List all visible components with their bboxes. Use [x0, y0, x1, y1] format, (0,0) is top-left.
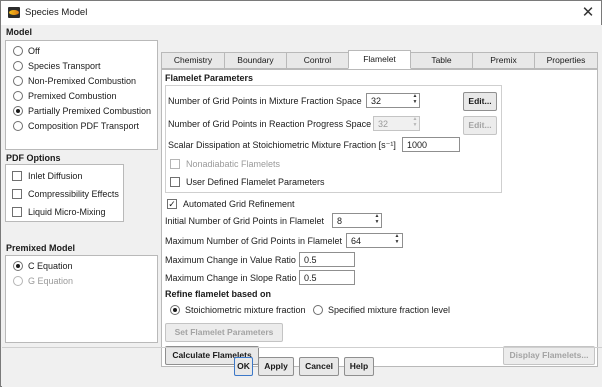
radio-button[interactable] — [13, 60, 23, 71]
option-label: Off — [28, 45, 40, 56]
grid-progress-label: Number of Grid Points in Reaction Progre… — [168, 119, 372, 129]
grid-mixture-spinner-icon[interactable]: ▲ ▼ — [411, 93, 419, 107]
user-defined-flamelet-checkbox[interactable]: User Defined Flamelet Parameters — [170, 175, 325, 188]
radio-button — [13, 275, 23, 286]
max-slope-ratio-label: Maximum Change in Slope Ratio — [165, 273, 297, 283]
option-label: Partially Premixed Combustion — [28, 105, 152, 116]
tab-boundary[interactable]: Boundary — [224, 52, 287, 69]
model-group: Off Species Transport Non-Premixed Combu… — [5, 40, 158, 150]
model-section-label: Model — [6, 27, 32, 37]
footer-divider — [2, 347, 602, 348]
option-label: Composition PDF Transport — [28, 120, 140, 131]
species-model-dialog: Species Model ✕ Model Off Species Transp… — [0, 0, 602, 387]
model-option-species-transport[interactable]: Species Transport — [13, 59, 101, 72]
max-value-ratio-input[interactable] — [299, 252, 355, 267]
automated-grid-refinement-checkbox[interactable]: ✓ Automated Grid Refinement — [167, 197, 295, 210]
tab-flamelet[interactable]: Flamelet — [348, 50, 411, 69]
radio-button[interactable] — [13, 105, 23, 116]
radio-button[interactable] — [13, 75, 23, 86]
checkbox[interactable] — [12, 206, 22, 217]
checkbox-label: User Defined Flamelet Parameters — [186, 176, 325, 187]
checkbox[interactable] — [170, 176, 180, 187]
checkmark-icon[interactable]: ✓ — [167, 198, 177, 209]
checkbox[interactable] — [12, 170, 22, 181]
option-label: Species Transport — [28, 60, 101, 71]
max-grid-points-spinner-icon[interactable]: ▲ ▼ — [393, 233, 401, 247]
option-label: G Equation — [28, 275, 74, 286]
g-equation-option: G Equation — [13, 274, 73, 287]
initial-grid-points-spinner-icon[interactable]: ▲ ▼ — [373, 213, 381, 227]
compressibility-effects-checkbox[interactable]: Compressibility Effects — [12, 187, 119, 200]
model-option-off[interactable]: Off — [13, 44, 40, 57]
checkbox-label: Liquid Micro-Mixing — [28, 206, 106, 217]
option-label: C Equation — [28, 260, 73, 271]
premixed-model-label: Premixed Model — [6, 243, 76, 253]
pdf-options-label: PDF Options — [6, 153, 61, 163]
flamelet-tab-panel: Flamelet Parameters Number of Grid Point… — [161, 69, 598, 367]
option-label: Stoichiometric mixture fraction — [185, 304, 306, 315]
help-button[interactable]: Help — [344, 357, 374, 376]
liquid-micro-mixing-checkbox[interactable]: Liquid Micro-Mixing — [12, 205, 106, 218]
window-title: Species Model — [25, 7, 88, 18]
radio-button[interactable] — [170, 304, 180, 315]
radio-button[interactable] — [13, 120, 23, 131]
initial-grid-points-label: Initial Number of Grid Points in Flamele… — [165, 216, 325, 226]
tab-chemistry[interactable]: Chemistry — [161, 52, 225, 69]
radio-button[interactable] — [13, 260, 23, 271]
set-flamelet-parameters-button: Set Flamelet Parameters — [165, 323, 283, 342]
max-grid-points-label: Maximum Number of Grid Points in Flamele… — [165, 236, 343, 246]
checkbox[interactable] — [12, 188, 22, 199]
tab-premix[interactable]: Premix — [472, 52, 535, 69]
apply-button[interactable]: Apply — [258, 357, 294, 376]
pdf-options-group: Inlet Diffusion Compressibility Effects … — [5, 164, 124, 222]
refine-flamelet-heading: Refine flamelet based on — [165, 289, 272, 299]
display-flamelets-button: Display Flamelets... — [503, 346, 595, 365]
tab-properties[interactable]: Properties — [534, 52, 598, 69]
cancel-button[interactable]: Cancel — [299, 357, 339, 376]
model-option-composition-pdf[interactable]: Composition PDF Transport — [13, 119, 139, 132]
checkbox — [170, 158, 180, 169]
close-icon[interactable]: ✕ — [579, 4, 597, 22]
grid-progress-spinner-icon: ▲ ▼ — [412, 116, 418, 128]
model-option-non-premixed[interactable]: Non-Premixed Combustion — [13, 74, 136, 87]
model-option-partially-premixed[interactable]: Partially Premixed Combustion — [13, 104, 151, 117]
refine-stoichiometric-option[interactable]: Stoichiometric mixture fraction — [170, 303, 306, 316]
option-label: Specified mixture fraction level — [328, 304, 451, 315]
dialog-body: Model Off Species Transport Non-Premixed… — [2, 25, 602, 387]
radio-button[interactable] — [313, 304, 323, 315]
title-bar: Species Model ✕ — [1, 1, 601, 25]
max-slope-ratio-input[interactable] — [299, 270, 355, 285]
tab-control[interactable]: Control — [286, 52, 349, 69]
model-option-premixed[interactable]: Premixed Combustion — [13, 89, 117, 102]
max-value-ratio-label: Maximum Change in Value Ratio — [165, 255, 296, 265]
scalar-dissipation-label: Scalar Dissipation at Stoichiometric Mix… — [168, 140, 396, 150]
app-logo-icon — [8, 7, 20, 18]
ok-button[interactable]: OK — [234, 357, 253, 376]
checkbox-label: Automated Grid Refinement — [183, 198, 295, 209]
inlet-diffusion-checkbox[interactable]: Inlet Diffusion — [12, 169, 82, 182]
edit-grid-progress-button: Edit... — [463, 116, 497, 135]
option-label: Non-Premixed Combustion — [28, 75, 137, 86]
radio-button[interactable] — [13, 45, 23, 56]
edit-grid-mixture-button[interactable]: Edit... — [463, 92, 497, 111]
checkbox-label: Nonadiabatic Flamelets — [186, 158, 281, 169]
refine-specified-level-option[interactable]: Specified mixture fraction level — [313, 303, 450, 316]
tab-table[interactable]: Table — [410, 52, 473, 69]
checkbox-label: Inlet Diffusion — [28, 170, 83, 181]
nonadiabatic-flamelets-checkbox: Nonadiabatic Flamelets — [170, 157, 280, 170]
grid-mixture-label: Number of Grid Points in Mixture Fractio… — [168, 96, 362, 106]
scalar-dissipation-input[interactable] — [402, 137, 460, 152]
radio-button[interactable] — [13, 90, 23, 101]
option-label: Premixed Combustion — [28, 90, 117, 101]
flamelet-parameters-heading: Flamelet Parameters — [165, 73, 254, 83]
checkbox-label: Compressibility Effects — [28, 188, 119, 199]
c-equation-option[interactable]: C Equation — [13, 259, 73, 272]
premixed-model-group: C Equation G Equation — [5, 255, 158, 343]
